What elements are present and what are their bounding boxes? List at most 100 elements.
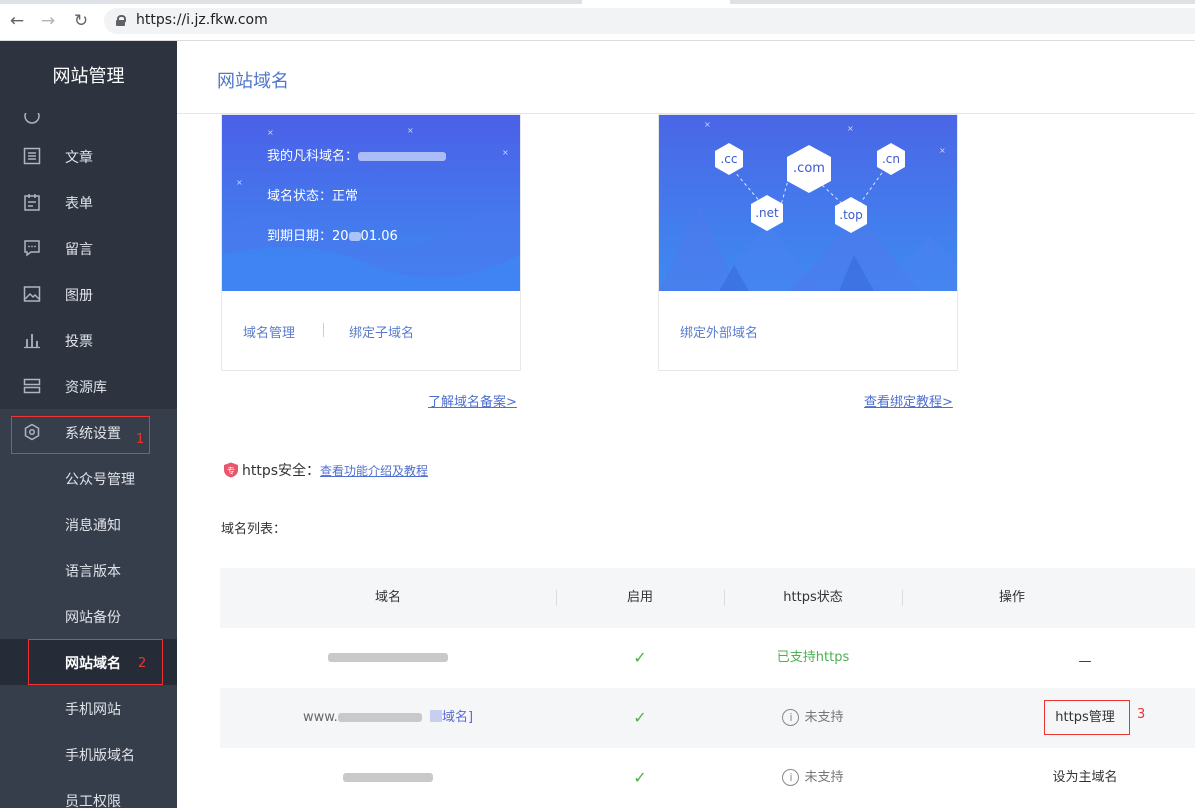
svg-text:×: × — [407, 126, 414, 135]
sidebar-subitem-staff[interactable]: 员工权限 — [0, 777, 177, 808]
sidebar-subitem-wechat[interactable]: 公众号管理 — [0, 455, 177, 501]
sidebar-subitem-label: 网站备份 — [65, 610, 121, 626]
svg-text:×: × — [236, 178, 243, 187]
binding-tutorial-link[interactable]: 查看绑定教程> — [864, 391, 953, 410]
sidebar-item-gallery[interactable]: 图册 — [0, 271, 177, 317]
table-row: ✓ 已支持https — — [220, 628, 1195, 688]
sidebar-subitem-label: 员工权限 — [65, 794, 121, 808]
bind-subdomain-link[interactable]: 绑定子域名 — [349, 322, 414, 341]
page-header: 网站域名 — [177, 41, 1195, 114]
https-status: 已支持https — [776, 650, 850, 665]
table-header: 域名 启用 https状态 操作 — [220, 568, 1195, 628]
https-status-label: 未支持 — [804, 710, 844, 725]
chat-bubble-icon — [23, 239, 41, 257]
browser-toolbar: ← → ↻ https://i.jz.fkw.com — [0, 0, 1195, 41]
domain-manage-link[interactable]: 域名管理 — [243, 322, 295, 341]
forward-icon[interactable]: → — [37, 10, 59, 32]
bind-external-domain-link[interactable]: 绑定外部域名 — [680, 322, 758, 341]
svg-text:×: × — [939, 146, 946, 155]
domain-blurred — [328, 653, 448, 662]
sidebar-item-label: 留言 — [65, 242, 93, 258]
sidebar-item-votes[interactable]: 投票 — [0, 317, 177, 363]
sidebar-subitem-backup[interactable]: 网站备份 — [0, 593, 177, 639]
column-header-actions: 操作 — [902, 568, 1195, 628]
domain-cell — [220, 628, 556, 688]
domain-label: 我的凡科域名： — [267, 149, 359, 164]
sidebar-item-messages[interactable]: 留言 — [0, 225, 177, 271]
sidebar-item-label: 投票 — [65, 334, 93, 350]
svg-text:×: × — [502, 148, 509, 157]
sidebar-subitem-label: 手机版域名 — [65, 748, 135, 764]
image-icon — [23, 285, 41, 303]
sidebar-subitem-label: 公众号管理 — [65, 472, 135, 488]
domain-blurred — [343, 773, 433, 782]
svg-text:专: 专 — [227, 466, 235, 476]
sidebar-subitem-mobile-site[interactable]: 手机网站 — [0, 685, 177, 731]
domain-blurred — [337, 713, 422, 722]
domain-tag-blurred — [429, 710, 442, 722]
enabled-check-icon: ✓ — [633, 648, 647, 667]
domain-line: 我的凡科域名： — [267, 145, 447, 164]
enabled-check-icon: ✓ — [633, 708, 647, 727]
url-text: https://i.jz.fkw.com — [136, 12, 268, 28]
sidebar-item-forms[interactable]: 表单 — [0, 179, 177, 225]
storage-icon — [23, 377, 41, 395]
address-bar[interactable]: https://i.jz.fkw.com — [104, 8, 1195, 34]
page-title: 网站域名 — [217, 71, 289, 92]
https-status: i 未支持 — [724, 748, 902, 808]
expiry-suffix: 01.06 — [360, 229, 398, 244]
domain-status: 域名状态：正常 — [267, 189, 359, 204]
reload-icon[interactable]: ↻ — [70, 10, 92, 32]
sidebar-item-label: 资源库 — [65, 380, 107, 396]
calendar-form-icon — [23, 193, 41, 211]
sidebar-subitem-label: 消息通知 — [65, 518, 121, 534]
tld-tag: .cn — [881, 152, 901, 166]
sidebar-item-articles[interactable]: 文章 — [0, 133, 177, 179]
tld-tag: .cc — [720, 152, 738, 166]
annotation-box-3 — [1044, 700, 1130, 735]
annotation-box-1 — [11, 416, 150, 454]
domain-cell — [220, 748, 556, 808]
sidebar-subitem-notifications[interactable]: 消息通知 — [0, 501, 177, 547]
sidebar-subitem-label: 手机网站 — [65, 702, 121, 718]
domain-prefix: www. — [302, 710, 338, 725]
tld-tag: .net — [755, 206, 779, 220]
domain-suffix: 域名] — [441, 710, 474, 725]
https-status: i 未支持 — [724, 688, 902, 748]
back-icon[interactable]: ← — [6, 10, 28, 32]
browser-tab[interactable] — [0, 0, 582, 4]
table-row: ✓ i 未支持 设为主域名 — [220, 748, 1195, 808]
svg-text:×: × — [267, 128, 274, 137]
domain-list-label: 域名列表： — [221, 522, 287, 537]
svg-text:×: × — [847, 124, 854, 133]
https-label: https安全： — [242, 463, 321, 479]
annotation-number-2: 2 — [138, 656, 147, 671]
https-status-label: 未支持 — [804, 770, 844, 785]
info-icon: i — [782, 709, 800, 726]
card-footer: 绑定外部域名 — [659, 291, 957, 370]
action-none: — — [1078, 654, 1092, 669]
tld-tag: .com — [793, 161, 825, 176]
domain-filing-link[interactable]: 了解域名备案> — [428, 391, 517, 410]
sidebar-subitem-language[interactable]: 语言版本 — [0, 547, 177, 593]
svg-text:×: × — [704, 120, 711, 129]
annotation-number-3: 3 — [1137, 707, 1146, 722]
shield-icon: 专 — [223, 462, 239, 478]
expiry-blurred — [348, 232, 361, 241]
sidebar-subitem-mobile-domain[interactable]: 手机版域名 — [0, 731, 177, 777]
tab-strip — [0, 0, 1195, 4]
expiry-date: 到期日期：20 01.06 — [267, 225, 398, 244]
tld-tag: .top — [839, 208, 863, 222]
sidebar-item-label: 表单 — [65, 196, 93, 212]
sidebar-item-label: 图册 — [65, 288, 93, 304]
bar-chart-icon — [23, 331, 41, 349]
set-primary-domain-button[interactable]: 设为主域名 — [1035, 748, 1135, 808]
browser-tab-active[interactable] — [582, 0, 730, 4]
domain-blurred — [358, 152, 447, 161]
sidebar-title: 网站管理 — [0, 41, 177, 113]
sidebar-item-resources[interactable]: 资源库 — [0, 363, 177, 409]
domain-table: 域名 启用 https状态 操作 ✓ 已支持https — www. 域名] ✓… — [220, 568, 1195, 808]
domain-cell: www. 域名] — [220, 688, 556, 748]
column-header-https: https状态 — [783, 590, 843, 605]
https-tutorial-link[interactable]: 查看功能介绍及教程 — [320, 464, 428, 478]
